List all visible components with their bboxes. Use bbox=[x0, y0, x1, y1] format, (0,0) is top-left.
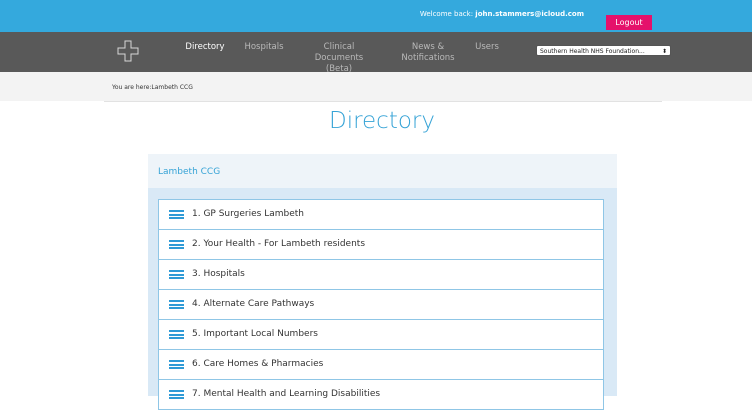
list-item-label: 2. Your Health - For Lambeth residents bbox=[192, 239, 366, 249]
list-item-label: 6. Care Homes & Pharmacies bbox=[192, 359, 324, 369]
welcome-message: Welcome back: john.stammers@icloud.com bbox=[420, 10, 584, 18]
list-item[interactable]: 5. Important Local Numbers bbox=[158, 320, 604, 350]
list-item[interactable]: 1. GP Surgeries Lambeth bbox=[158, 199, 604, 230]
menu-icon bbox=[169, 240, 184, 249]
list-item-label: 5. Important Local Numbers bbox=[192, 329, 318, 339]
menu-icon bbox=[169, 390, 184, 399]
nav-hospitals[interactable]: Hospitals bbox=[242, 42, 286, 53]
menu-icon bbox=[169, 360, 184, 369]
user-email: john.stammers@icloud.com bbox=[475, 10, 584, 18]
list-item[interactable]: 6. Care Homes & Pharmacies bbox=[158, 350, 604, 380]
list-item[interactable]: 4. Alternate Care Pathways bbox=[158, 290, 604, 320]
directory-list: 1. GP Surgeries Lambeth 2. Your Health -… bbox=[158, 199, 604, 410]
page-title: Directory bbox=[328, 108, 435, 134]
menu-icon bbox=[169, 210, 184, 219]
list-item-label: 1. GP Surgeries Lambeth bbox=[192, 209, 304, 219]
nav-news-notifications[interactable]: News & Notifications bbox=[398, 42, 458, 64]
list-item-label: 7. Mental Health and Learning Disabiliti… bbox=[192, 389, 381, 399]
organisation-select[interactable]: Southern Health NHS Foundation... ⬍ bbox=[536, 45, 671, 56]
logout-button[interactable]: Logout bbox=[606, 15, 652, 30]
list-item[interactable]: 3. Hospitals bbox=[158, 260, 604, 290]
breadcrumb: You are here:Lambeth CCG bbox=[112, 84, 193, 91]
menu-icon bbox=[169, 270, 184, 279]
list-item[interactable]: 7. Mental Health and Learning Disabiliti… bbox=[158, 380, 604, 410]
select-arrow-icon: ⬍ bbox=[661, 48, 667, 55]
menu-icon bbox=[169, 330, 184, 339]
nav-clinical-documents[interactable]: Clinical Documents (Beta) bbox=[304, 42, 374, 75]
list-item-label: 4. Alternate Care Pathways bbox=[192, 299, 315, 309]
organisation-select-value: Southern Health NHS Foundation... bbox=[540, 48, 645, 55]
welcome-prefix: Welcome back: bbox=[419, 10, 474, 18]
list-item-label: 3. Hospitals bbox=[192, 269, 245, 279]
top-bar: Welcome back: john.stammers@icloud.com L… bbox=[0, 0, 752, 32]
nav-directory[interactable]: Directory bbox=[184, 42, 226, 53]
logo-icon[interactable] bbox=[117, 40, 139, 62]
panel-title: Lambeth CCG bbox=[158, 167, 221, 177]
nav-users[interactable]: Users bbox=[473, 42, 501, 53]
list-item[interactable]: 2. Your Health - For Lambeth residents bbox=[158, 230, 604, 260]
divider bbox=[104, 101, 662, 102]
menu-icon bbox=[169, 300, 184, 309]
